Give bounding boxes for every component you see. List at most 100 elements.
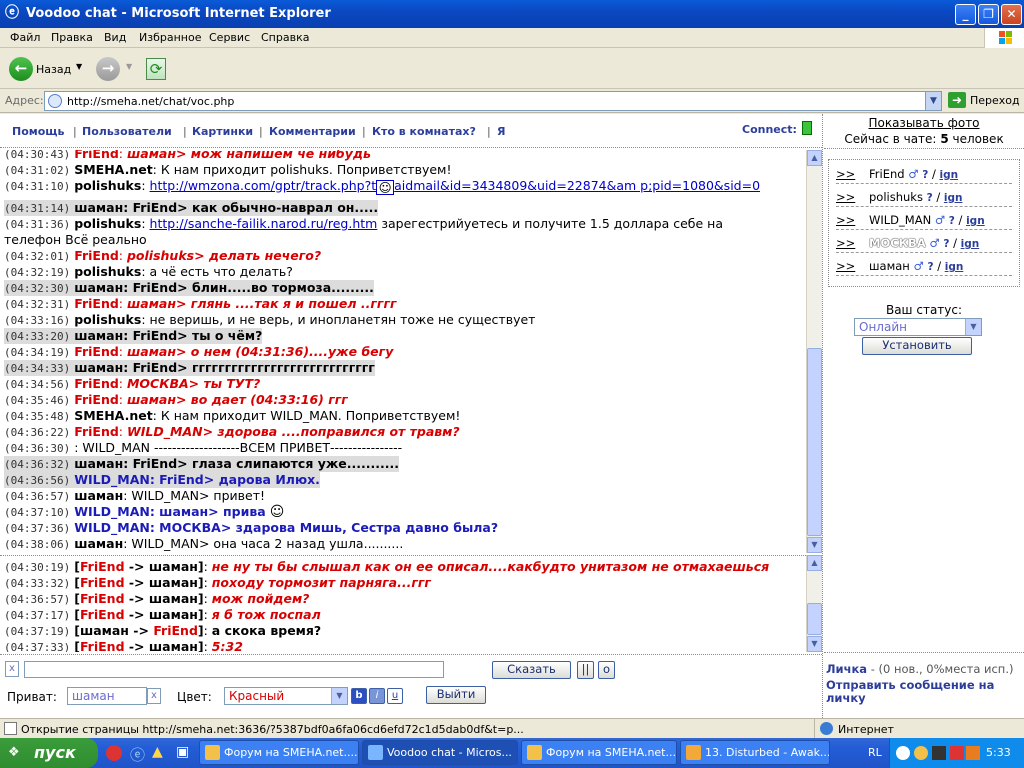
close-button[interactable]: ✕ [1001,4,1022,25]
status-select[interactable]: Онлайн ▼ [854,318,982,336]
language-indicator[interactable]: RL [868,746,882,759]
message-nick[interactable]: polishuks [74,216,141,231]
color-dropdown-icon[interactable]: ▼ [331,688,347,704]
task-winamp[interactable]: 13. Disturbed - Awak... [680,740,830,765]
message-nick[interactable]: шаман [74,328,123,343]
forward-dropdown-icon[interactable]: ▼ [126,62,132,71]
message-nick[interactable]: polishuks [74,312,141,327]
user-arrow-link[interactable]: >> [836,166,855,183]
go-button[interactable]: Переход [970,94,1020,107]
nav-help[interactable]: Помощь [12,125,64,138]
private-from[interactable]: шаман [80,623,129,638]
scroll-thumb[interactable] [807,348,822,536]
user-info-link[interactable]: ? [943,238,949,250]
tray-icon-4[interactable] [950,746,964,760]
message-nick[interactable]: FriEnd [74,392,119,407]
user-ignore-link[interactable]: ign [961,238,980,250]
task-voodoo-chat[interactable]: Voodoo chat - Micros... [362,740,518,765]
message-link[interactable]: http://sanche-failik.narod.ru/reg.htm [150,216,378,231]
private-recipient-input[interactable]: шаман [67,687,147,705]
clear-message-button[interactable]: x [5,661,19,677]
message-nick[interactable]: FriEnd [74,344,119,359]
title-bar[interactable]: ⓔ Voodoo chat - Microsoft Internet Explo… [0,0,1024,28]
nav-who-in-rooms[interactable]: Кто в комнатах? [372,125,476,138]
private-to[interactable]: шаман [149,575,198,590]
menu-view[interactable]: Вид [104,31,126,44]
user-ignore-link[interactable]: ign [945,261,964,273]
tray-icon-1[interactable] [896,746,910,760]
go-arrow-icon[interactable]: ➜ [948,92,966,108]
user-name[interactable]: FriEnd [869,167,905,181]
menu-tools[interactable]: Сервис [209,31,250,44]
message-nick[interactable]: шаман [74,488,123,503]
maximize-button[interactable]: ❐ [978,4,999,25]
user-list-item[interactable]: >> шаман ♂ ? / ign [836,258,1012,276]
user-arrow-link[interactable]: >> [836,258,855,275]
bold-button[interactable]: b [351,688,367,704]
menu-edit[interactable]: Правка [51,31,93,44]
private-to[interactable]: FriEnd [153,623,198,638]
user-name[interactable]: WILD_MAN [869,213,931,227]
message-nick[interactable]: WILD_MAN [74,520,150,535]
color-select[interactable]: Красный ▼ [224,687,348,705]
user-info-link[interactable]: ? [927,192,933,204]
user-info-link[interactable]: ? [927,261,933,273]
user-arrow-link[interactable]: >> [836,235,855,252]
user-list-item[interactable]: >> МОСКВА ♂ ? / ign [836,235,1012,253]
message-nick[interactable]: SMEHA.net [74,162,152,177]
private-from[interactable]: FriEnd [80,559,125,574]
nav-me[interactable]: Я [497,125,505,138]
start-button[interactable]: ❖ пуск [0,738,98,768]
nav-comments[interactable]: Комментарии [269,125,356,138]
message-nick[interactable]: polishuks [74,264,141,279]
chat-scrollbar[interactable]: ▲ ▼ [806,150,822,553]
user-list-item[interactable]: >> FriEnd ♂ ? / ign [836,166,1012,184]
private-to[interactable]: шаман [149,639,198,652]
private-scroll-thumb[interactable] [807,603,822,635]
back-dropdown-icon[interactable]: ▼ [76,62,82,71]
refresh-icon[interactable]: ⟳ [146,58,166,80]
user-ignore-link[interactable]: ign [939,169,958,181]
show-photo-link[interactable]: Показывать фото [824,116,1024,130]
tray-icon-5[interactable] [966,746,980,760]
clear-private-button[interactable]: x [147,688,161,704]
message-link[interactable]: http://wmzona.com/gptr/track.php?t [150,178,377,193]
private-from[interactable]: FriEnd [80,607,125,622]
message-nick[interactable]: polishuks [74,178,141,193]
message-link-cont[interactable]: aidmail&id=3434809&uid=22874&am p;pid=10… [394,178,760,193]
task-forum-2[interactable]: Форум на SMEHA.net.... [521,740,677,765]
menu-help[interactable]: Справка [261,31,309,44]
user-name[interactable]: шаман [869,259,910,273]
options-button[interactable]: o [598,661,615,679]
send-button[interactable]: Сказать [492,661,571,679]
user-arrow-link[interactable]: >> [836,189,855,206]
user-info-link[interactable]: ? [949,215,955,227]
nav-users[interactable]: Пользователи [82,125,172,138]
user-arrow-link[interactable]: >> [836,212,855,229]
italic-button[interactable]: i [369,688,385,704]
message-nick[interactable]: FriEnd [74,150,119,161]
scroll-up-icon[interactable]: ▲ [807,150,822,166]
back-label[interactable]: Назад [36,63,71,76]
back-arrow-icon[interactable]: ← [9,57,33,81]
lichka-link[interactable]: Личка [826,662,867,676]
private-to[interactable]: шаман [149,607,198,622]
private-to[interactable]: шаман [149,559,198,574]
tray-icon-3[interactable] [932,746,946,760]
menu-file[interactable]: Файл [10,31,40,44]
message-nick[interactable]: шаман [74,200,123,215]
message-nick[interactable]: шаман [74,280,123,295]
exit-button[interactable]: Выйти [426,686,486,704]
ie-quicklaunch-icon[interactable]: ⓔ [130,744,145,765]
set-status-button[interactable]: Установить [862,337,972,355]
private-scrollbar[interactable]: ▲ ▼ [806,555,822,652]
user-ignore-link[interactable]: ign [944,192,963,204]
user-name[interactable]: МОСКВА [869,236,926,250]
private-scroll-up-icon[interactable]: ▲ [807,555,822,571]
message-nick[interactable]: FriEnd [74,376,119,391]
private-from[interactable]: FriEnd [80,639,125,652]
show-desktop-icon[interactable]: ▣ [176,744,189,760]
media-icon[interactable]: ▲ [152,744,163,760]
message-nick[interactable]: шаман [74,536,123,551]
private-scroll-down-icon[interactable]: ▼ [807,636,822,652]
